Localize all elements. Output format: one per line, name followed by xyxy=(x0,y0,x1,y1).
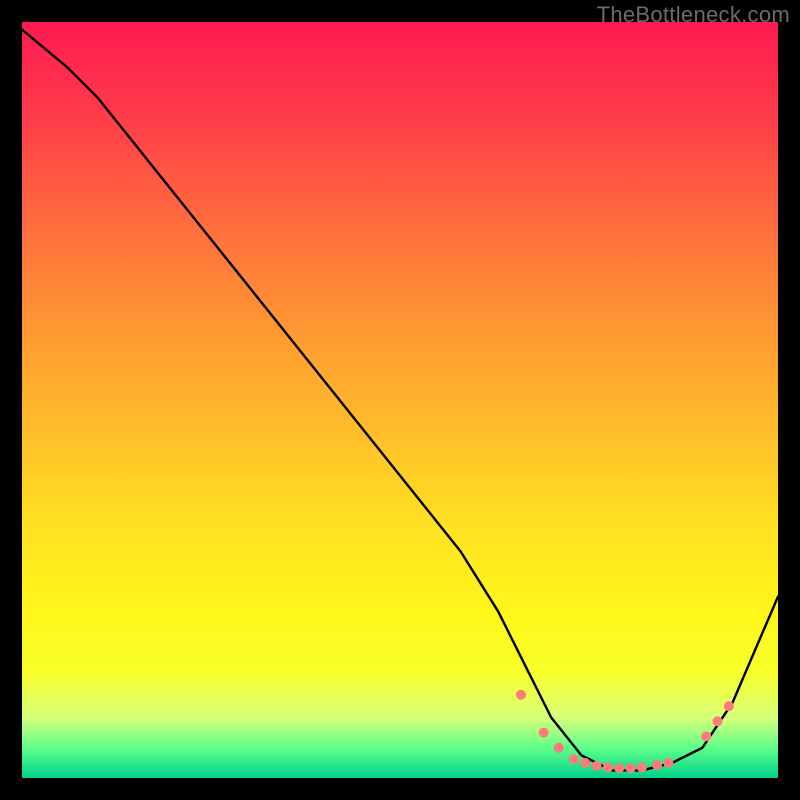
chart-plot-area xyxy=(22,22,778,778)
bottleneck-dot xyxy=(663,758,673,768)
bottleneck-dot xyxy=(580,758,590,768)
bottleneck-dots-group xyxy=(516,690,734,773)
bottleneck-dot xyxy=(592,761,602,771)
bottleneck-curve xyxy=(22,30,778,771)
bottleneck-dot xyxy=(516,690,526,700)
bottleneck-dot xyxy=(614,763,624,773)
bottleneck-dot xyxy=(554,743,564,753)
bottleneck-dot xyxy=(626,763,636,773)
bottleneck-dot xyxy=(724,701,734,711)
bottleneck-dot xyxy=(652,760,662,770)
bottleneck-dot xyxy=(569,754,579,764)
chart-stage: TheBottleneck.com xyxy=(0,0,800,800)
bottleneck-dot xyxy=(603,762,613,772)
bottleneck-dot xyxy=(637,762,647,772)
bottleneck-dot xyxy=(539,728,549,738)
bottleneck-dot xyxy=(701,731,711,741)
chart-svg xyxy=(22,22,778,778)
bottleneck-dot xyxy=(713,716,723,726)
